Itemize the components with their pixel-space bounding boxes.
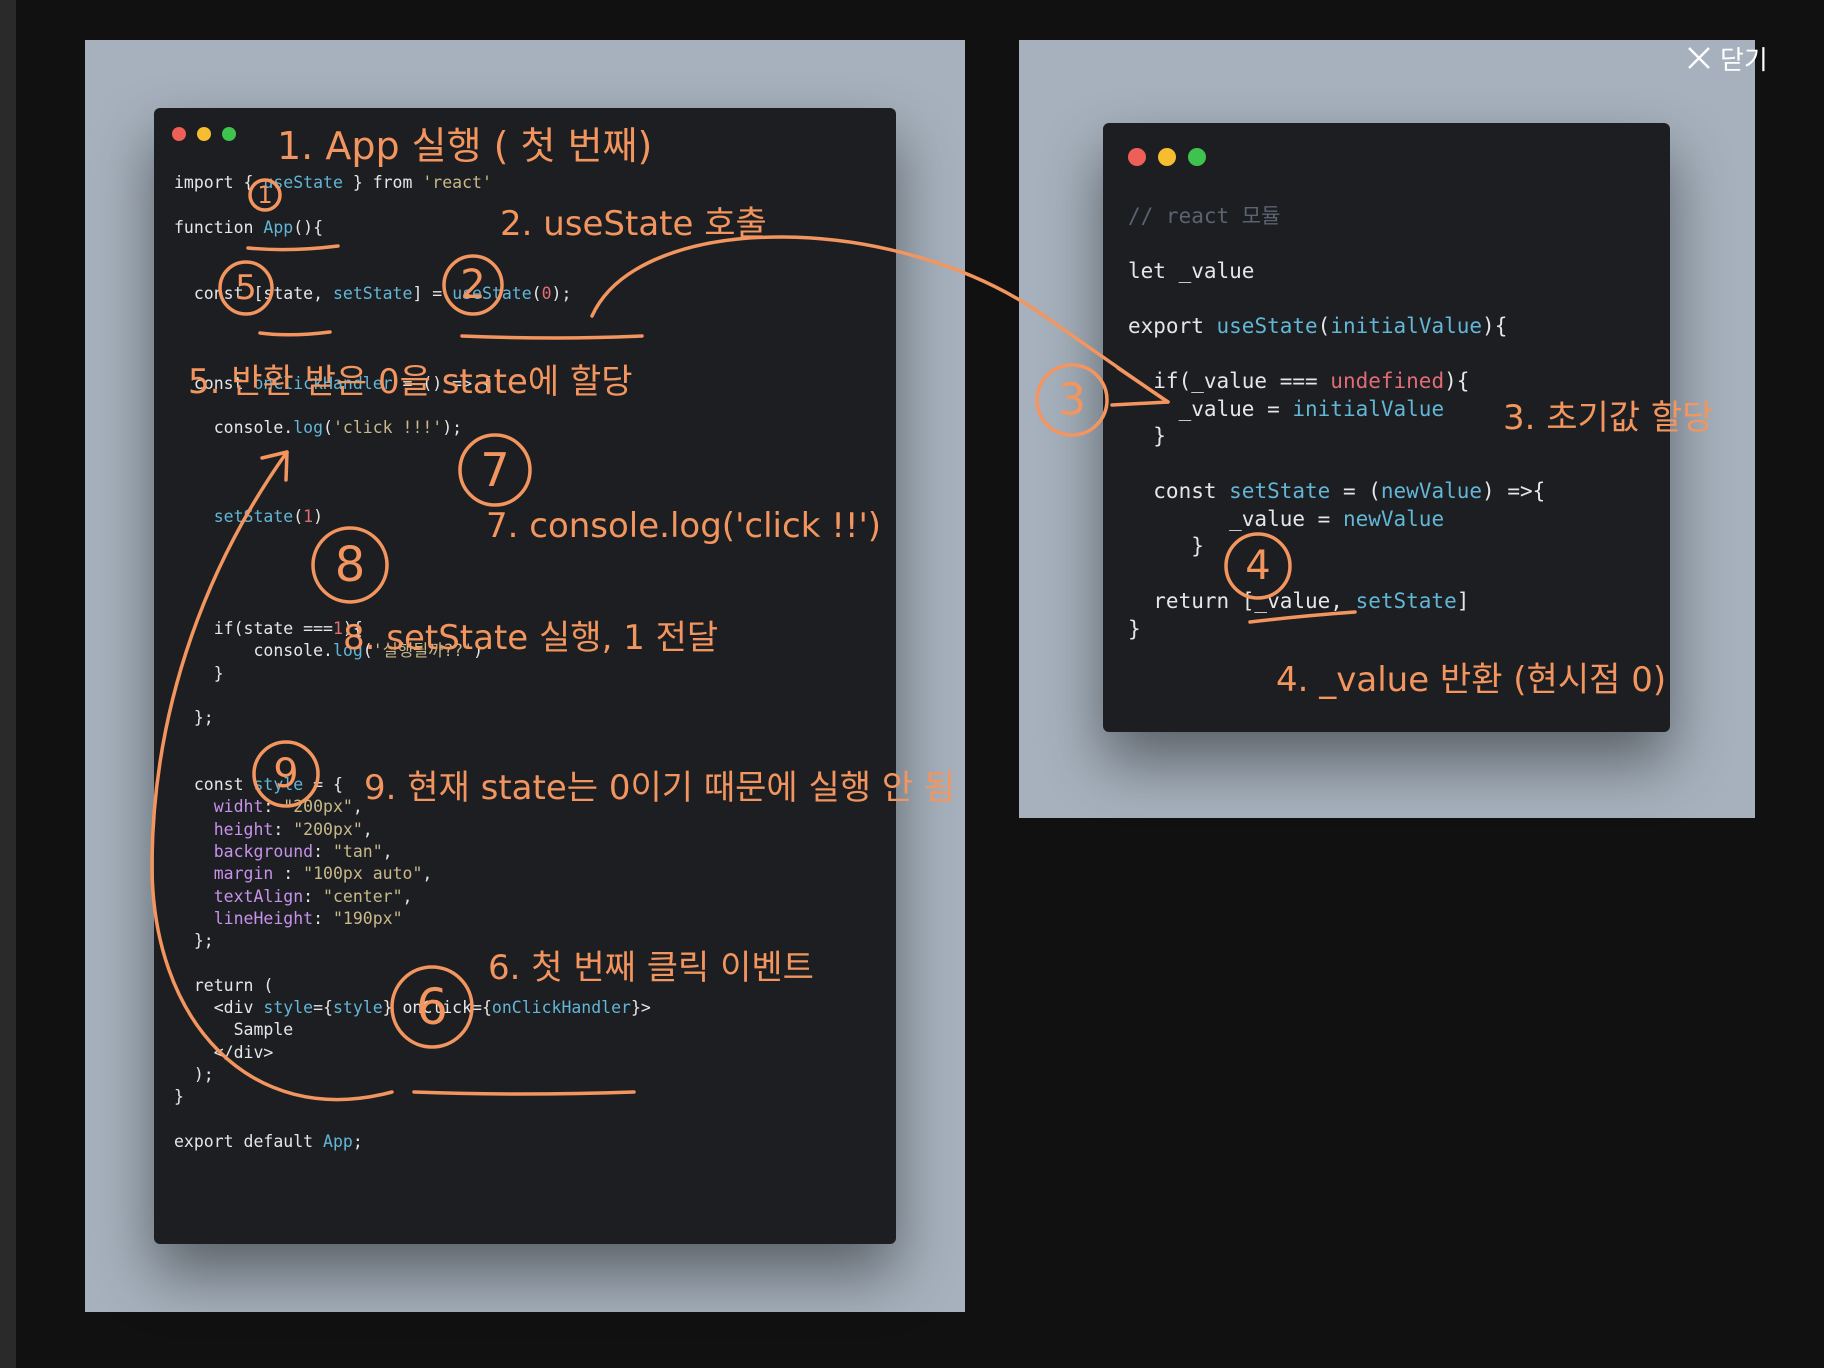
underline-return-value — [1248, 610, 1357, 624]
underline-onclick — [412, 1090, 636, 1096]
circle-marker-8-label: 8 — [335, 537, 366, 593]
circle-marker-4-label: 4 — [1245, 543, 1270, 589]
underline-function-app — [246, 244, 340, 252]
arrow-head-react-module — [1110, 366, 1170, 407]
underline-usestate-call — [460, 334, 644, 340]
circle-marker-1-label: 1 — [257, 181, 272, 209]
circle-marker-5-label: 5 — [235, 268, 257, 308]
underline-state — [258, 330, 332, 337]
circle-marker-3-label: 3 — [1058, 375, 1086, 426]
circle-marker-7-label: 7 — [480, 443, 509, 497]
circle-marker-9-label: 9 — [273, 751, 298, 797]
annotation-drawings: 1 2 3 4 5 6 7 8 9 — [150, 178, 1357, 1102]
circle-marker-2-label: 2 — [460, 262, 485, 308]
circle-marker-6-label: 6 — [416, 978, 448, 1036]
